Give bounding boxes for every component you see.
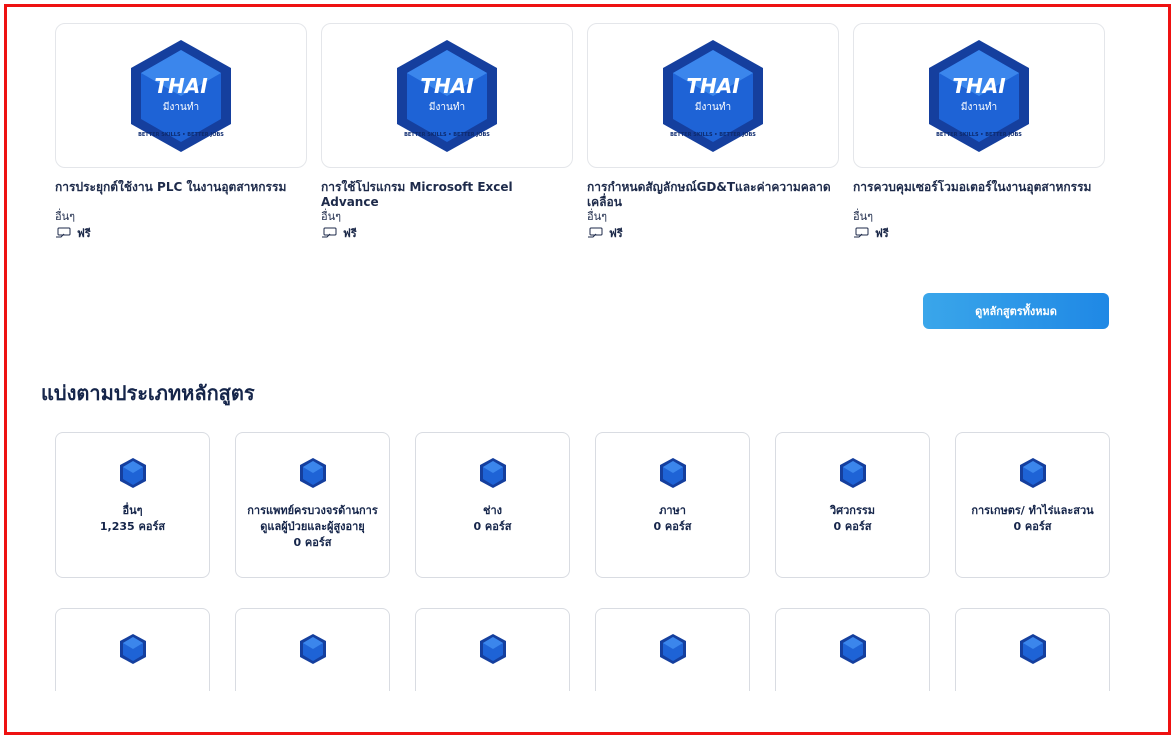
course-thumbnail[interactable]: THAI มีงานทำ BETTER SKILLS • BETTER JOBS [321,23,573,168]
money-hand-icon [322,227,337,238]
price-label: ฟรี [77,227,91,240]
course-category: อื่นๆ [321,210,342,223]
course-card[interactable]: THAI มีงานทำ BETTER SKILLS • BETTER JOBS… [55,23,307,242]
price-label: ฟรี [343,227,357,240]
svg-text:BETTER SKILLS • BETTER JOBS: BETTER SKILLS • BETTER JOBS [670,132,756,138]
svg-text:THAI: THAI [154,74,208,98]
course-thumbnail[interactable]: THAI มีงานทำ BETTER SKILLS • BETTER JOBS [853,23,1105,168]
category-name: การเกษตร/ ทำไร่และสวน [971,504,1094,517]
svg-text:มีงานทำ: มีงานทำ [961,101,997,113]
money-hand-icon [854,227,869,238]
thai-job-logo-icon: THAI มีงานทำ BETTER SKILLS • BETTER JOBS [929,39,1029,152]
category-count: 0 คอร์ส [653,520,692,533]
content-fade-clip [7,691,1168,732]
category-name: อื่นๆ [122,504,143,517]
thai-job-logo-icon [119,634,146,664]
course-category: อื่นๆ [587,210,608,223]
course-title[interactable]: การประยุกต์ใช้งาน PLC ในงานอุตสาหกรรม [55,180,307,210]
category-card[interactable]: อื่นๆ 1,235 คอร์ส [55,432,210,578]
course-thumbnail[interactable]: THAI มีงานทำ BETTER SKILLS • BETTER JOBS [55,23,307,168]
course-price: ฟรี [853,224,1105,242]
page-frame: THAI มีงานทำ BETTER SKILLS • BETTER JOBS… [4,4,1171,735]
thai-job-logo-icon [659,458,686,488]
price-label: ฟรี [875,227,889,240]
category-card[interactable]: ภาษา 0 คอร์ส [595,432,750,578]
course-card[interactable]: THAI มีงานทำ BETTER SKILLS • BETTER JOBS… [321,23,573,242]
course-list: THAI มีงานทำ BETTER SKILLS • BETTER JOBS… [55,23,1115,242]
thai-job-logo-icon [839,458,866,488]
svg-text:THAI: THAI [686,74,740,98]
thai-job-logo-icon: THAI มีงานทำ BETTER SKILLS • BETTER JOBS [397,39,497,152]
category-name: ภาษา [659,504,686,517]
thai-job-logo-icon [479,634,506,664]
thai-job-logo-icon [299,634,326,664]
money-hand-icon [588,227,603,238]
svg-text:มีงานทำ: มีงานทำ [163,101,199,113]
category-grid: อื่นๆ 1,235 คอร์ส การแพทย์ครบวงจรด้านการ… [55,432,1111,732]
thai-job-logo-icon: THAI มีงานทำ BETTER SKILLS • BETTER JOBS [131,39,231,152]
svg-text:BETTER SKILLS • BETTER JOBS: BETTER SKILLS • BETTER JOBS [138,132,224,138]
course-price: ฟรี [321,224,573,242]
course-card[interactable]: THAI มีงานทำ BETTER SKILLS • BETTER JOBS… [587,23,839,242]
category-count: 0 คอร์ส [833,520,872,533]
course-title[interactable]: การใช้โปรแกรม Microsoft Excel Advance [321,180,573,210]
price-label: ฟรี [609,227,623,240]
course-category: อื่นๆ [55,210,76,223]
course-card[interactable]: THAI มีงานทำ BETTER SKILLS • BETTER JOBS… [853,23,1105,242]
svg-text:THAI: THAI [420,74,474,98]
view-all-courses-button[interactable]: ดูหลักสูตรทั้งหมด [923,293,1109,329]
thai-job-logo-icon [1019,634,1046,664]
money-hand-icon [56,227,71,238]
category-card[interactable]: วิศวกรรม 0 คอร์ส [775,432,930,578]
category-count: 0 คอร์ส [473,520,512,533]
thai-job-logo-icon [119,458,146,488]
thai-job-logo-icon [659,634,686,664]
thai-job-logo-icon [839,634,866,664]
thai-job-logo-icon [1019,458,1046,488]
thai-job-logo-icon [299,458,326,488]
category-card[interactable]: การแพทย์ครบวงจรด้านการดูแลผู้ป่วยและผู้ส… [235,432,390,578]
course-thumbnail[interactable]: THAI มีงานทำ BETTER SKILLS • BETTER JOBS [587,23,839,168]
thai-job-logo-icon [479,458,506,488]
svg-text:BETTER SKILLS • BETTER JOBS: BETTER SKILLS • BETTER JOBS [404,132,490,138]
category-card[interactable]: การเกษตร/ ทำไร่และสวน 0 คอร์ส [955,432,1110,578]
category-card[interactable]: ช่าง 0 คอร์ส [415,432,570,578]
course-title[interactable]: การกำหนดสัญลักษณ์GD&Tและค่าความคลาดเคลื่… [587,180,839,210]
category-count: 1,235 คอร์ส [99,520,166,533]
course-title[interactable]: การควบคุมเซอร์โวมอเตอร์ในงานอุตสาหกรรม [853,180,1105,210]
svg-text:มีงานทำ: มีงานทำ [429,101,465,113]
category-name: วิศวกรรม [829,504,876,517]
course-price: ฟรี [587,224,839,242]
thai-job-logo-icon: THAI มีงานทำ BETTER SKILLS • BETTER JOBS [663,39,763,152]
section-title: แบ่งตามประเภทหลักสูตร [41,381,255,405]
svg-text:BETTER SKILLS • BETTER JOBS: BETTER SKILLS • BETTER JOBS [936,132,1022,138]
svg-text:มีงานทำ: มีงานทำ [695,101,731,113]
category-name: การแพทย์ครบวงจรด้านการดูแลผู้ป่วยและผู้ส… [247,504,378,533]
course-category: อื่นๆ [853,210,874,223]
category-count: 0 คอร์ส [293,536,332,549]
course-price: ฟรี [55,224,307,242]
svg-text:THAI: THAI [952,74,1006,98]
category-name: ช่าง [482,504,502,517]
category-count: 0 คอร์ส [1013,520,1052,533]
